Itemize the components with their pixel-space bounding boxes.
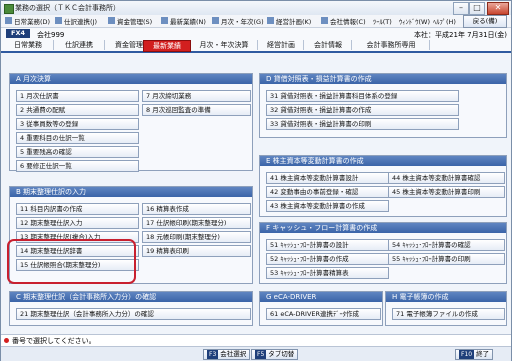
item-43[interactable]: 43 株主資本等変動計算書の作成 <box>266 200 389 212</box>
item-4[interactable]: 4 重要科目の仕訳一覧 <box>16 132 139 144</box>
tab-monthly-annual[interactable]: 月次・年次決算 <box>191 40 258 50</box>
item-2[interactable]: 2 共通費の配賦 <box>16 104 139 116</box>
item-6[interactable]: 6 要修正仕訳一覧 <box>16 160 139 172</box>
info-bar: FX4 会社999 本社：平成21年 7月31日(金) <box>1 28 511 40</box>
item-7[interactable]: 7 月次締切業務 <box>142 90 251 102</box>
highlight-annotation <box>7 239 136 284</box>
menu-monthly-icon <box>212 17 219 24</box>
item-16[interactable]: 16 精算表作成 <box>142 203 251 215</box>
panel-monthly-closing: A 月次決算 1 月次仕訳書 2 共通費の配賦 3 従事員数等の登録 4 重要科… <box>9 73 253 172</box>
tab-journal[interactable]: 仕訳連携 <box>54 40 105 50</box>
tab-latest[interactable]: 最新業績 <box>143 40 191 52</box>
menu-latest[interactable]: 最新業績(N) <box>170 16 206 26</box>
item-17[interactable]: 17 仕訳帳印刷(期末整理分) <box>142 217 251 229</box>
maximize-button[interactable]: □ <box>469 2 485 15</box>
panel-d-header: D 貸借対照表・損益計算書の作成 <box>260 74 506 84</box>
exit-label: 終了 <box>476 350 490 358</box>
company-select-button[interactable]: F3 会社選択 <box>203 349 251 360</box>
item-11[interactable]: 11 科目内訳書の作成 <box>16 203 139 215</box>
item-32[interactable]: 32 貸借対照表・損益計算書の作成 <box>266 104 459 116</box>
item-54[interactable]: 54 ｷｬｯｼｭ･ﾌﾛｰ計算書の確認 <box>388 239 505 251</box>
tab-switch-label: タブ切替 <box>268 350 295 358</box>
menu-company-icon <box>321 17 328 24</box>
menu-funds-icon <box>108 17 115 24</box>
main-window: 業務の選択（ＴＫＣ会計事務所） – □ ✕ 日常業務(D) 仕訳連携(J) 資金… <box>0 0 512 361</box>
menu-latest-icon <box>161 17 168 24</box>
menu-bar: 日常業務(D) 仕訳連携(J) 資金管理(S) 最新業績(N) 月次・年次(G)… <box>1 15 511 28</box>
item-53[interactable]: 53 ｷｬｯｼｭ･ﾌﾛｰ計算書精算表 <box>266 267 389 279</box>
f5-key: F5 <box>255 350 267 359</box>
status-text: 番号で選択してください。 <box>12 337 96 345</box>
tab-plan[interactable]: 経営計画 <box>259 40 304 50</box>
branch-date: 本社：平成21年 7月31日(金) <box>414 31 507 39</box>
menu-journal-icon <box>55 17 62 24</box>
panel-cash-flow: F キャッシュ・フロー計算書の作成 51 ｷｬｯｼｭ･ﾌﾛｰ計算書の設計 52 … <box>259 222 507 284</box>
item-1[interactable]: 1 月次仕訳書 <box>16 90 139 102</box>
menu-funds[interactable]: 資金管理(S) <box>117 16 152 26</box>
menu-plan-icon <box>267 17 274 24</box>
item-42[interactable]: 42 変動事由の事前登録・確認 <box>266 186 389 198</box>
minimize-button[interactable]: – <box>453 2 469 15</box>
menu-daily-icon <box>5 17 12 24</box>
item-52[interactable]: 52 ｷｬｯｼｭ･ﾌﾛｰ計算書の作成 <box>266 253 389 265</box>
item-45[interactable]: 45 株主資本等変動計算書印刷 <box>388 186 505 198</box>
item-31[interactable]: 31 貸借対照表・損益計算書科目体系の登録 <box>266 90 459 102</box>
company-select-label: 会社選択 <box>220 350 247 358</box>
window-title: 業務の選択（ＴＫＣ会計事務所） <box>15 4 120 12</box>
function-key-bar: F3 会社選択 F5 タブ切替 F10 終了 <box>1 346 511 361</box>
item-55[interactable]: 55 ｷｬｯｼｭ･ﾌﾛｰ計算書の印刷 <box>388 253 505 265</box>
item-5[interactable]: 5 重要残高の確認 <box>16 146 139 158</box>
menu-company[interactable]: 会社情報(C) <box>330 16 366 26</box>
panel-a-header: A 月次決算 <box>10 74 252 84</box>
panel-c-header: C 期末整理仕訳（会計事務所入力分）の確認 <box>10 292 252 302</box>
company-name: 会社999 <box>37 31 65 39</box>
exit-button[interactable]: F10 終了 <box>455 349 494 360</box>
panel-balance-sheet: D 貸借対照表・損益計算書の作成 31 貸借対照表・損益計算書科目体系の登録 3… <box>259 73 507 138</box>
status-indicator-icon <box>4 338 9 343</box>
tab-daily[interactable]: 日常業務 <box>3 40 54 50</box>
panel-f-header: F キャッシュ・フロー計算書の作成 <box>260 223 506 233</box>
item-18[interactable]: 18 元帳印刷(期末整理分) <box>142 231 251 243</box>
item-71[interactable]: 71 電子帳簿ファイルの作成 <box>392 308 505 320</box>
menu-tools[interactable]: ﾂｰﾙ(T) <box>373 16 392 26</box>
panel-g-header: G eCA-DRIVER <box>260 292 382 302</box>
panel-b-header: B 期末整理仕訳の入力 <box>10 187 252 197</box>
item-3[interactable]: 3 従事員数等の登録 <box>16 118 139 130</box>
panel-equity-statement: E 株主資本等変動計算書の作成 41 株主資本等変動計算書設計 42 変動事由の… <box>259 155 507 217</box>
menu-window[interactable]: ｳｨﾝﾄﾞｳ(W) <box>399 16 430 26</box>
item-8[interactable]: 8 月次巡回監査の準備 <box>142 104 251 116</box>
panel-e-books: H 電子帳簿の作成 71 電子帳簿ファイルの作成 <box>385 291 507 326</box>
item-41[interactable]: 41 株主資本等変動計算書設計 <box>266 172 389 184</box>
tab-bar: 日常業務 仕訳連携 資金管理 最新業績 月次・年次決算 経営計画 会計情報 会計… <box>1 40 511 53</box>
menu-journal[interactable]: 仕訳連携(J) <box>64 16 97 26</box>
item-19[interactable]: 19 精算表印刷 <box>142 245 251 257</box>
content-area: A 月次決算 1 月次仕訳書 2 共通費の配賦 3 従事員数等の登録 4 重要科… <box>1 53 511 339</box>
menu-daily[interactable]: 日常業務(D) <box>14 16 50 26</box>
tab-company-info[interactable]: 会計情報 <box>305 40 352 50</box>
item-21[interactable]: 21 期末整理仕訳（会計事務所入力分）の確認 <box>16 308 251 320</box>
tab-office[interactable]: 会計事務所専用 <box>353 40 430 50</box>
item-61[interactable]: 61 eCA-DRIVER連携ﾃﾞｰﾀ作成 <box>266 308 381 320</box>
title-bar: 業務の選択（ＴＫＣ会計事務所） – □ ✕ <box>1 1 511 15</box>
tab-switch-button[interactable]: F5 タブ切替 <box>251 349 299 360</box>
item-12[interactable]: 12 期末整理仕訳入力 <box>16 217 139 229</box>
system-badge: FX4 <box>6 29 30 38</box>
f10-key: F10 <box>459 350 475 359</box>
item-51[interactable]: 51 ｷｬｯｼｭ･ﾌﾛｰ計算書の設計 <box>266 239 389 251</box>
menu-plan[interactable]: 経営計画(K) <box>276 16 311 26</box>
f3-key: F3 <box>207 350 219 359</box>
item-44[interactable]: 44 株主資本等変動計算書確認 <box>388 172 505 184</box>
menu-monthly[interactable]: 月次・年次(G) <box>221 16 264 26</box>
panel-e-header: E 株主資本等変動計算書の作成 <box>260 156 506 166</box>
panel-office-entry-check: C 期末整理仕訳（会計事務所入力分）の確認 21 期末整理仕訳（会計事務所入力分… <box>9 291 253 326</box>
item-33[interactable]: 33 貸借対照表・損益計算書の印刷 <box>266 118 459 130</box>
panel-h-header: H 電子帳簿の作成 <box>386 292 506 302</box>
close-button[interactable]: ✕ <box>487 2 509 15</box>
back-button[interactable]: 戻る(備) <box>463 15 507 28</box>
menu-help[interactable]: ﾍﾙﾌﾟ(H) <box>433 16 456 26</box>
app-icon <box>4 4 14 14</box>
panel-eca-driver: G eCA-DRIVER 61 eCA-DRIVER連携ﾃﾞｰﾀ作成 <box>259 291 383 326</box>
